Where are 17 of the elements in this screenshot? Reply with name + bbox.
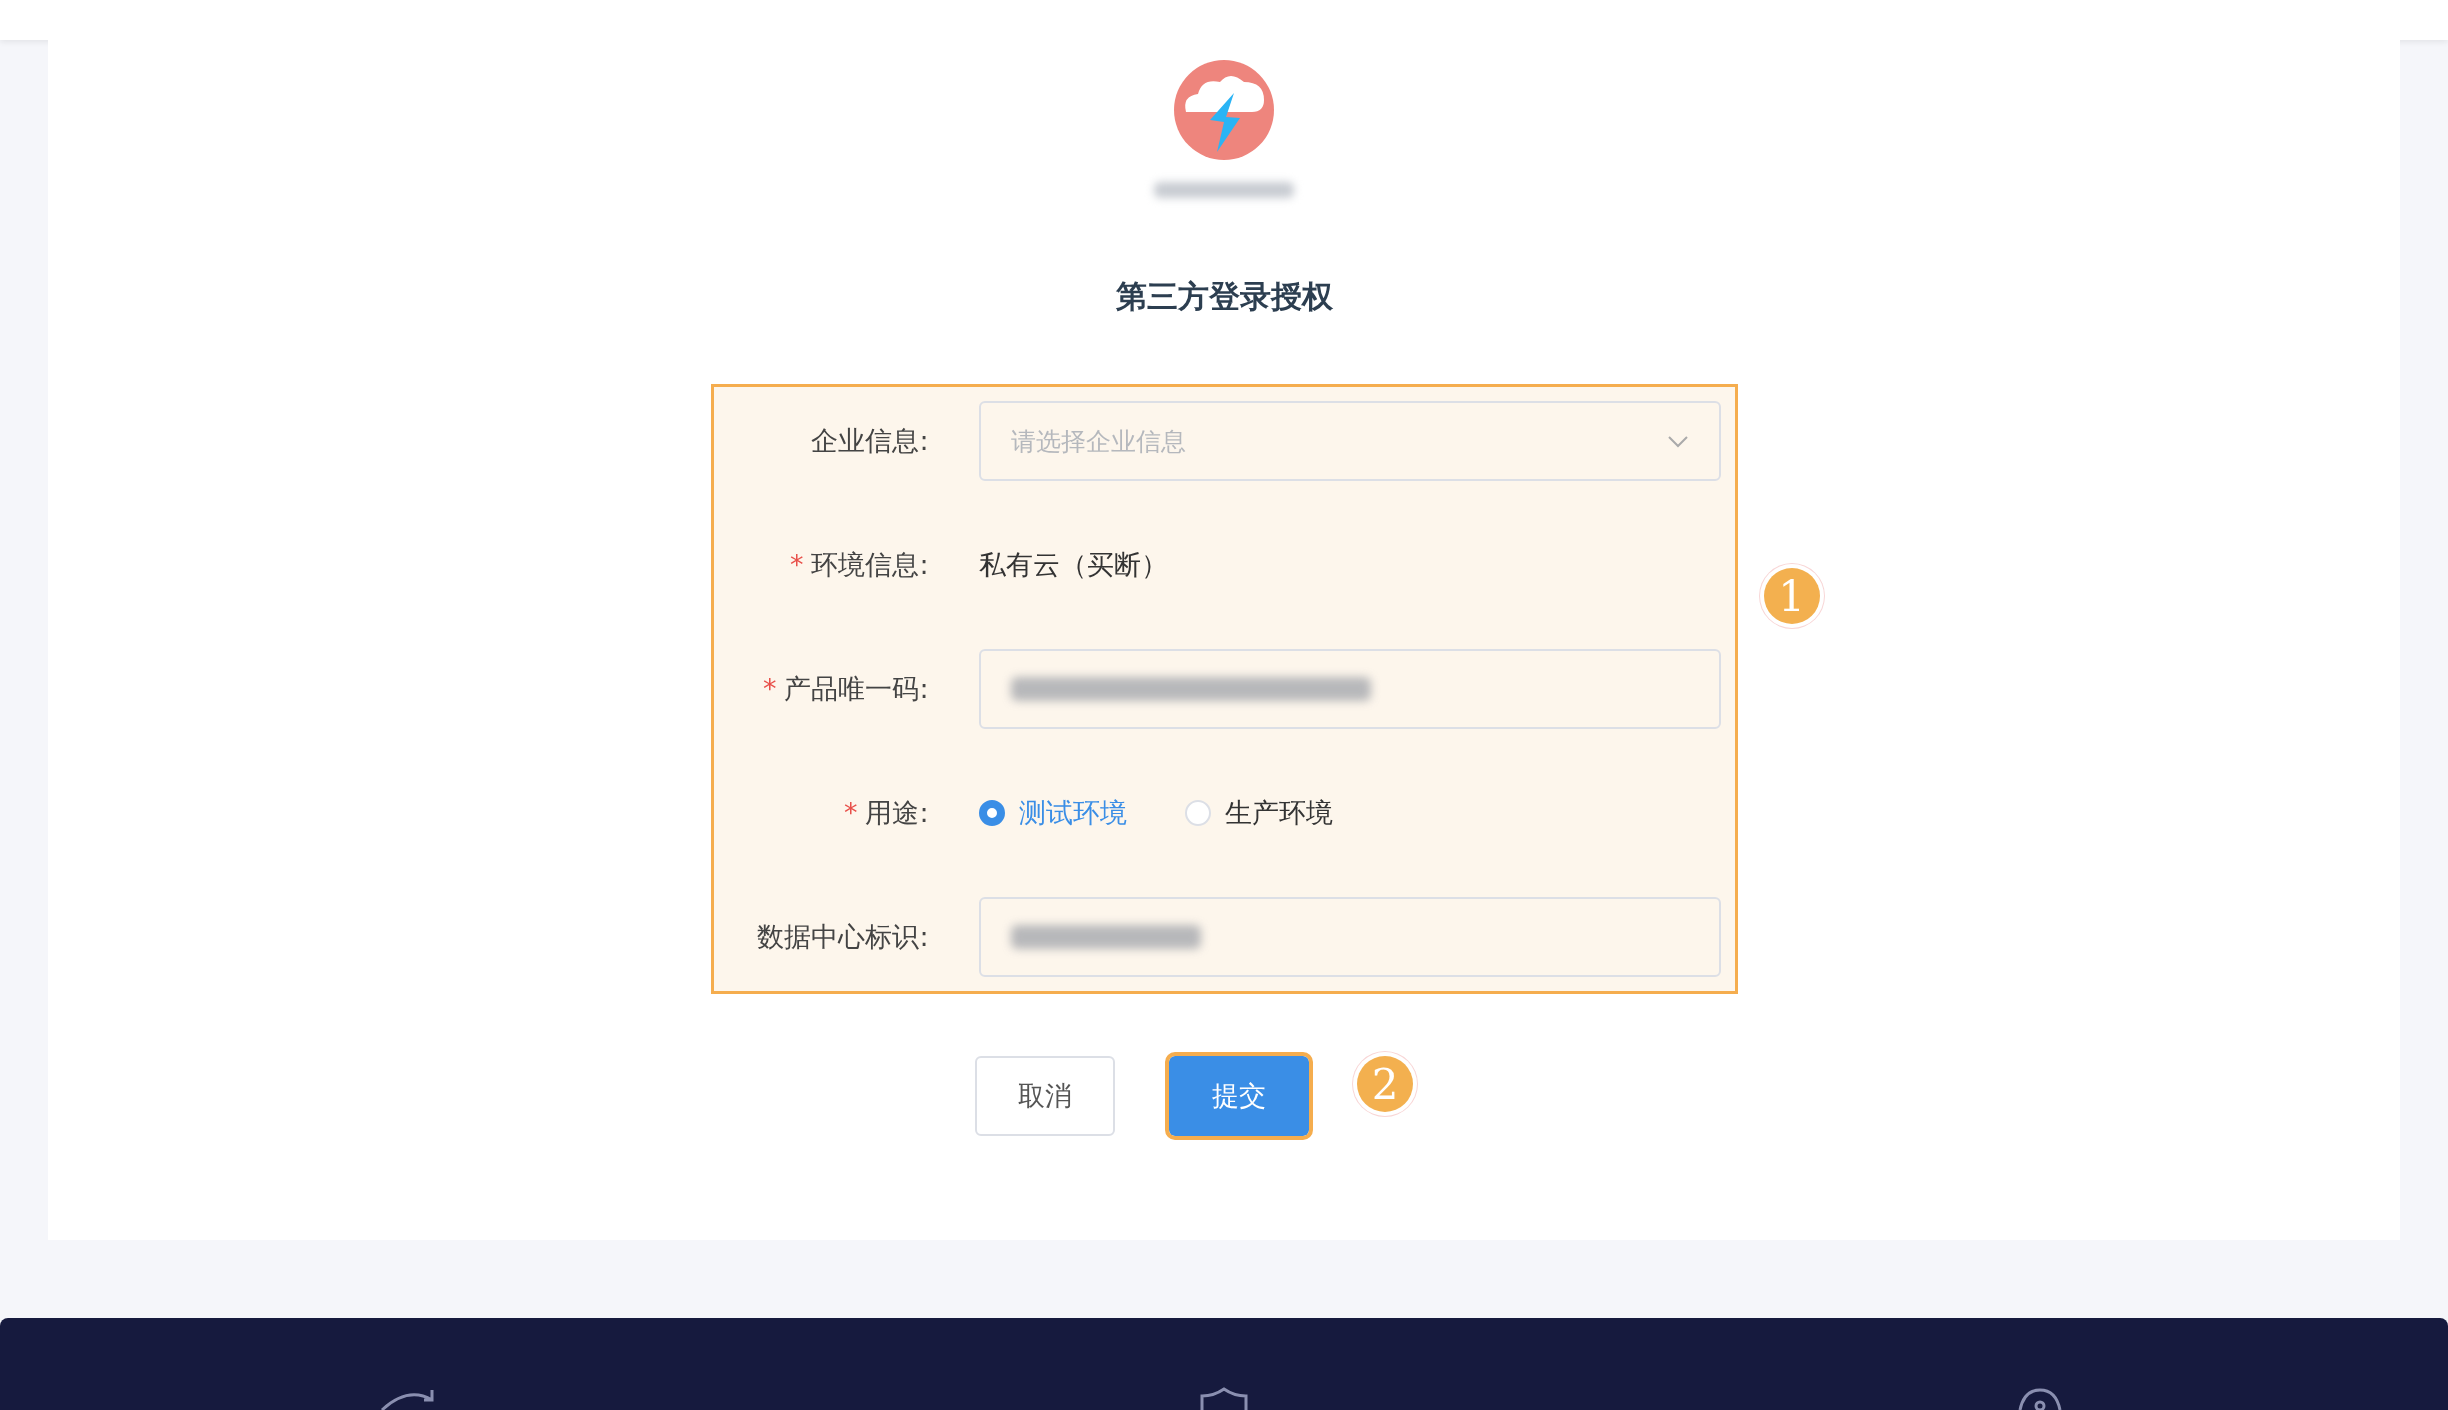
required-mark: *	[843, 797, 858, 828]
input-field[interactable]	[978, 897, 1721, 977]
select-field[interactable]: 请选择企业信息	[978, 401, 1721, 481]
radio-option[interactable]: 测试环境	[978, 795, 1127, 831]
field-label: 产品唯一码:	[784, 673, 929, 704]
field-value: 私有云（买断）	[978, 548, 1168, 582]
field-label: 用途:	[865, 797, 929, 828]
required-mark: *	[762, 673, 777, 704]
field-label: 企业信息:	[811, 425, 929, 456]
field-label: 数据中心标识:	[757, 921, 929, 952]
input-field[interactable]	[978, 649, 1721, 729]
field-label: 环境信息:	[811, 549, 929, 580]
required-mark: *	[789, 549, 804, 580]
page-title: 第三方登录授权	[1115, 277, 1333, 316]
radio-option[interactable]: 生产环境	[1184, 795, 1333, 831]
cancel-button[interactable]: 取消	[975, 1056, 1115, 1136]
chevron-down-icon	[1666, 434, 1689, 448]
